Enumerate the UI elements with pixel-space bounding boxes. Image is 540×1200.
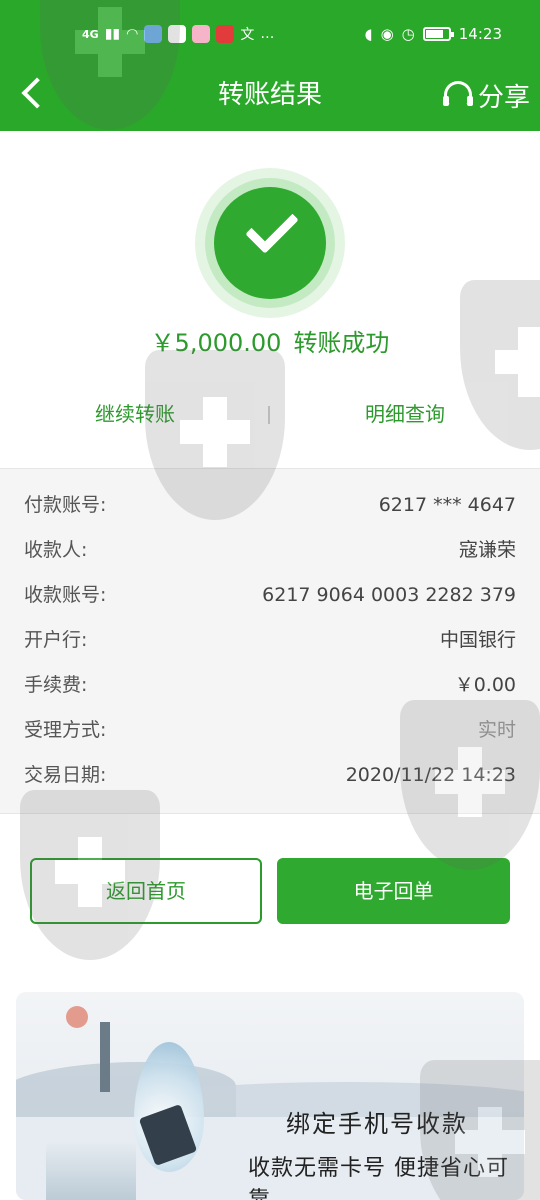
eye-icon: ◉ [380, 25, 394, 43]
links-divider [268, 406, 270, 424]
app-notification-icon [216, 25, 235, 43]
detail-label: 付款账号: [24, 494, 107, 516]
detail-row-bank: 开户行: 中国银行 [0, 625, 540, 655]
detail-value: 中国银行 [439, 629, 516, 651]
app-header: 4G ▮▮ ◠ 文 … ◖ ◉ ◷ 14:23 转账结果 分享 [0, 0, 540, 131]
customer-service-icon [442, 81, 473, 109]
battery-icon [422, 27, 454, 41]
status-bar-right: ◖ ◉ ◷ 14:23 [365, 22, 502, 46]
banner-headline: 绑定手机号收款 [286, 1110, 468, 1138]
continue-transfer-link[interactable]: 继续转账 [60, 400, 210, 428]
more-notifications-icon: … [260, 26, 275, 42]
banner-pagoda [100, 1022, 110, 1092]
app-notification-icon [168, 25, 187, 43]
success-badge [214, 187, 326, 299]
checkmark-icon [245, 200, 299, 254]
status-bar: 4G ▮▮ ◠ 文 … ◖ ◉ ◷ 14:23 [0, 0, 540, 60]
headphone-icon: ◖ [364, 25, 373, 43]
detail-row-payer-account: 付款账号: 6217 *** 4647 [0, 490, 540, 520]
alarm-icon: ◷ [401, 25, 415, 43]
detail-label: 受理方式: [24, 719, 107, 741]
detail-value: 寇谦荣 [458, 539, 516, 561]
detail-row-date: 交易日期: 2020/11/22 14:23 [0, 760, 540, 790]
transfer-result-summary: ￥5,000.00 转账成功 [0, 327, 540, 359]
signal-bars-icon: ▮▮ [104, 26, 121, 42]
share-label: 分享 [477, 82, 530, 113]
signal-icon: 4G [82, 27, 99, 41]
app-notification-icon [192, 25, 211, 43]
detail-label: 收款人: [24, 539, 88, 561]
wifi-icon: ◠ [126, 26, 139, 42]
detail-row-processing-method: 受理方式: 实时 [0, 715, 540, 745]
banner-reeds [46, 1142, 136, 1200]
clock-time: 14:23 [458, 25, 502, 43]
detail-label: 开户行: [24, 629, 88, 651]
detail-label: 收款账号: [24, 584, 107, 606]
transfer-status: 转账成功 [293, 329, 390, 357]
detail-value: 6217 9064 0003 2282 379 [262, 584, 516, 606]
translate-icon: 文 [240, 27, 255, 43]
detail-row-payee-account: 收款账号: 6217 9064 0003 2282 379 [0, 580, 540, 610]
detail-value: 6217 *** 4647 [378, 494, 516, 516]
detail-value: 实时 [477, 719, 516, 741]
detail-query-link[interactable]: 明细查询 [330, 400, 480, 428]
detail-label: 手续费: [24, 674, 88, 696]
detail-value: ￥0.00 [454, 674, 516, 696]
share-button[interactable]: 分享 [442, 76, 530, 114]
banner-sun [66, 1006, 88, 1028]
return-home-button[interactable]: 返回首页 [30, 858, 262, 924]
detail-row-fee: 手续费: ￥0.00 [0, 670, 540, 700]
transfer-amount: ￥5,000.00 [150, 329, 282, 357]
detail-label: 交易日期: [24, 764, 107, 786]
banner-subline: 收款无需卡号 便捷省心可靠 [248, 1156, 509, 1200]
transfer-details: 付款账号: 6217 *** 4647 收款人: 寇谦荣 收款账号: 6217 … [0, 468, 540, 814]
detail-value: 2020/11/22 14:23 [345, 764, 516, 786]
status-bar-left: 4G ▮▮ ◠ 文 … [82, 22, 274, 46]
app-notification-icon [144, 25, 163, 43]
detail-row-payee: 收款人: 寇谦荣 [0, 535, 540, 565]
promo-banner[interactable]: 绑定手机号收款 收款无需卡号 便捷省心可靠 [16, 992, 524, 1200]
e-receipt-button[interactable]: 电子回单 [277, 858, 510, 924]
